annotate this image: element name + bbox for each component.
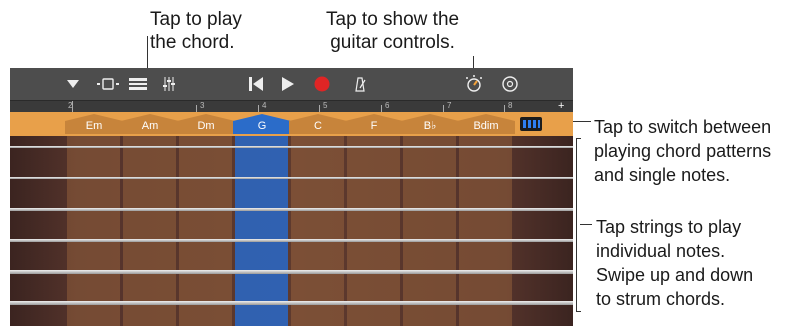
callout-guitar-controls: Tap to show the guitar controls. <box>326 9 460 53</box>
chords-notes-toggle[interactable] <box>520 117 542 131</box>
chord-column-dm[interactable] <box>179 136 232 326</box>
chord-column-am[interactable] <box>123 136 176 326</box>
ruler-mark: 5 <box>323 101 328 110</box>
rewind-icon[interactable] <box>246 68 266 100</box>
metronome-icon[interactable] <box>350 68 370 100</box>
tracks-icon[interactable] <box>127 68 149 100</box>
callout-play-chord: Tap to play the chord. <box>150 9 242 53</box>
guitar-string[interactable] <box>10 301 573 305</box>
ruler-mark: 8 <box>508 101 513 110</box>
ruler-mark: 3 <box>200 101 205 110</box>
chord-column-f[interactable] <box>347 136 400 326</box>
guitar-controls-icon[interactable] <box>463 68 485 100</box>
play-icon[interactable] <box>278 68 298 100</box>
guitar-string[interactable] <box>10 208 573 211</box>
chord-column-c[interactable] <box>291 136 344 326</box>
garageband-guitar-screen: 2 3 4 5 6 7 8 + Em Am Dm G C F B♭ Bdim <box>10 68 573 326</box>
toolbar <box>10 68 573 100</box>
leader-strings <box>580 224 592 225</box>
ruler-mark: 4 <box>262 101 267 110</box>
leader-strings-bracket <box>576 138 581 312</box>
guitar-string[interactable] <box>10 239 573 242</box>
dropdown-icon[interactable] <box>64 68 82 100</box>
guitar-string[interactable] <box>10 270 573 274</box>
settings-icon[interactable] <box>498 68 522 100</box>
chord-column-bdim[interactable] <box>459 136 512 326</box>
view-icon[interactable] <box>94 68 122 100</box>
chord-column-g[interactable] <box>235 136 288 326</box>
callout-strings: Tap strings to play individual notes. Sw… <box>596 217 754 309</box>
record-icon[interactable] <box>312 68 332 100</box>
callout-switch-patterns: Tap to switch between playing chord patt… <box>594 117 772 185</box>
mixer-icon[interactable] <box>158 68 180 100</box>
chord-column-em[interactable] <box>67 136 120 326</box>
guitar-string[interactable] <box>10 146 573 148</box>
ruler-add-icon[interactable]: + <box>558 100 564 112</box>
guitar-string[interactable] <box>10 177 573 179</box>
ruler-mark: 7 <box>447 101 452 110</box>
ruler-mark: 6 <box>385 101 390 110</box>
chord-column-bflat[interactable] <box>403 136 456 326</box>
